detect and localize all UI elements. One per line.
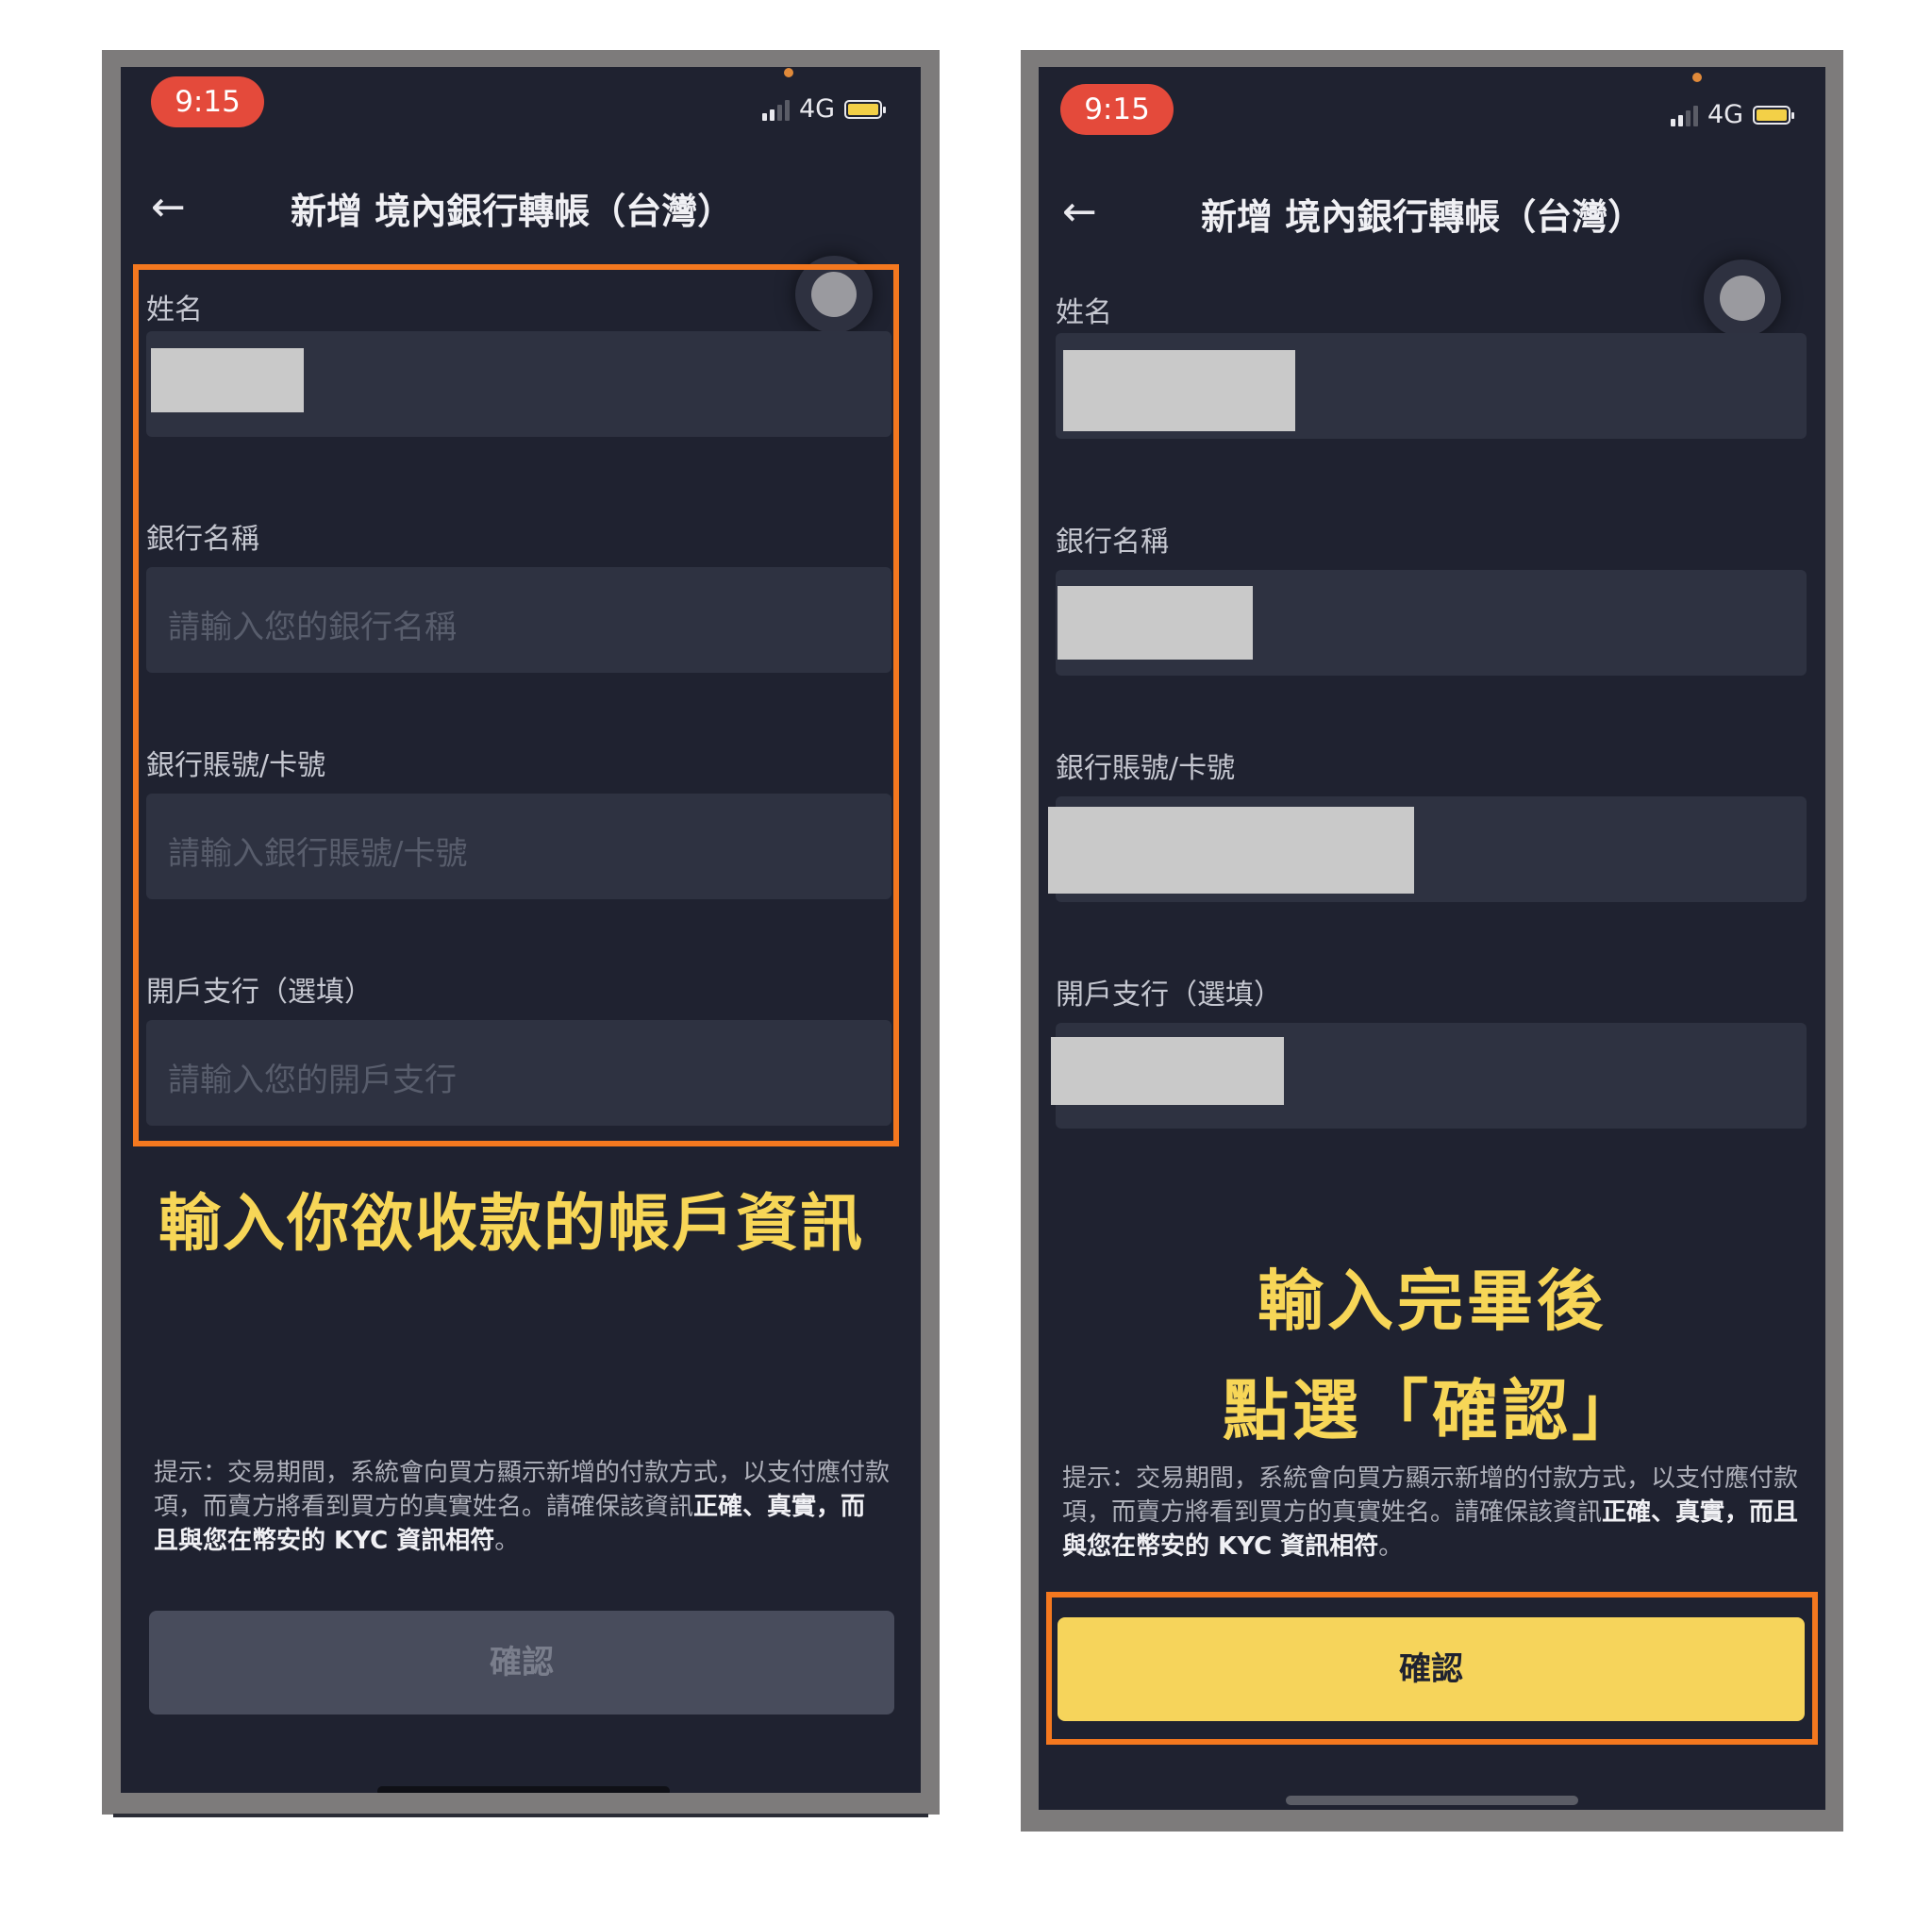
camera-indicator-dot — [784, 68, 793, 77]
camera-indicator-dot — [1692, 73, 1702, 82]
status-time: 9:15 — [1060, 84, 1174, 135]
left-phone-bottom-edge — [113, 1814, 928, 1817]
battery-icon — [844, 99, 887, 119]
page-title: 新增 境內銀行轉帳（台灣） — [291, 191, 734, 232]
arrow-left-icon[interactable]: ← — [1062, 192, 1097, 233]
hint-bold-correct: 正確 — [693, 1493, 743, 1521]
hint-text: 提示：交易期間，系統會向買方顯示新增的付款方式，以支付應付款項，而賣方將看到買方… — [154, 1459, 891, 1555]
branch-label: 開戶支行（選填） — [1056, 979, 1282, 1012]
assistive-touch-button[interactable] — [1704, 259, 1781, 337]
right-phone-screen: 9:15 4G ← 新增 境內銀行轉帳（台灣） 姓名 銀行名稱 銀行賬號/卡號 … — [1039, 67, 1825, 1810]
confirm-button-disabled[interactable]: 確認 — [149, 1611, 894, 1715]
home-indicator — [377, 1786, 670, 1793]
redacted-bank-name-value — [1058, 586, 1253, 660]
bank-name-label: 銀行名稱 — [1056, 526, 1169, 559]
confirm-highlight-box — [1046, 1592, 1818, 1745]
instruction-caption-line2: 點選「確認」 — [1223, 1372, 1641, 1449]
signal-icon — [1671, 104, 1698, 126]
redacted-name-value — [1063, 350, 1295, 431]
account-label: 銀行賬號/卡號 — [1056, 752, 1236, 785]
status-indicators: 4G — [1671, 100, 1795, 129]
hint-text: 提示：交易期間，系統會向買方顯示新增的付款方式，以支付應付款項，而賣方將看到買方… — [1062, 1464, 1799, 1561]
hint-bold-correct: 正確 — [1602, 1498, 1652, 1527]
redacted-account-value — [1048, 807, 1414, 894]
arrow-left-icon[interactable]: ← — [151, 187, 186, 228]
redacted-branch-value — [1051, 1037, 1284, 1105]
form-highlight-box — [133, 264, 899, 1146]
page-title: 新增 境內銀行轉帳（台灣） — [1201, 196, 1644, 238]
name-label: 姓名 — [1056, 296, 1112, 329]
network-label: 4G — [1707, 100, 1744, 129]
status-indicators: 4G — [762, 94, 887, 124]
status-time: 9:15 — [151, 76, 264, 127]
signal-icon — [762, 98, 790, 121]
network-label: 4G — [799, 94, 836, 124]
instruction-caption-line1: 輸入完畢後 — [1257, 1263, 1607, 1340]
battery-icon — [1753, 105, 1795, 125]
instruction-caption: 輸入你欲收款的帳戶資訊 — [158, 1187, 864, 1260]
home-indicator — [1286, 1796, 1578, 1805]
